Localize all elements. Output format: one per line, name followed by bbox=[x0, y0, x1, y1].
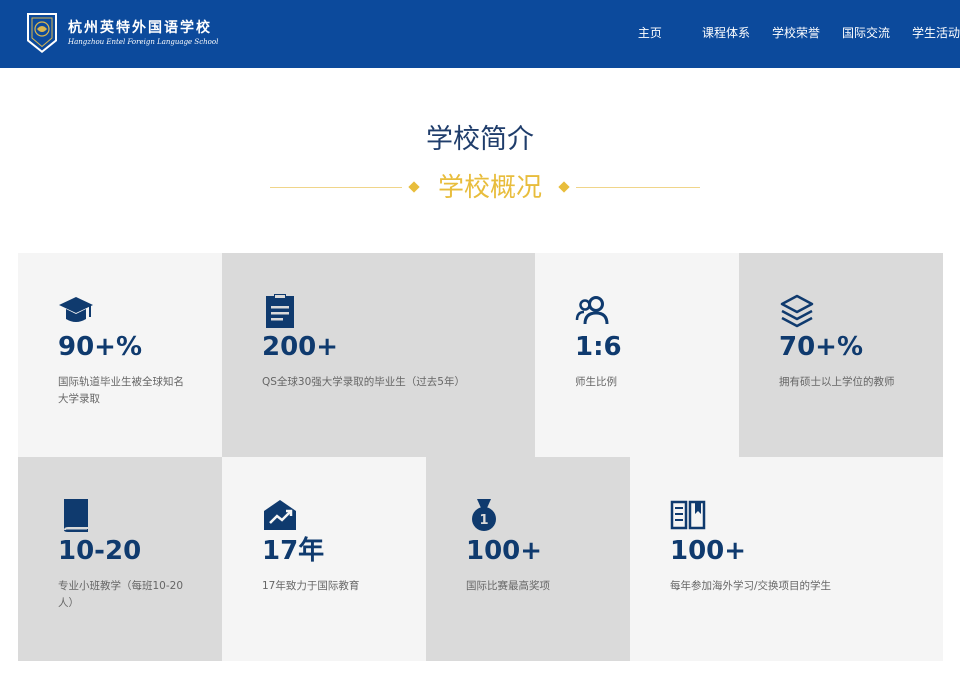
school-name-cn: 杭州英特外国语学校 bbox=[68, 20, 212, 36]
layers-icon bbox=[779, 293, 815, 329]
stat-desc: 17年致力于国际教育 bbox=[262, 580, 360, 592]
diamond-left-icon bbox=[408, 181, 420, 193]
nav-student-activities[interactable]: 学生活动 bbox=[912, 24, 960, 42]
stat-desc: 国际轨道毕业生被全球知名大学录取 bbox=[58, 376, 184, 405]
users-icon bbox=[575, 293, 611, 329]
section-subtitle-row: 学校概况 bbox=[270, 168, 700, 208]
stat-value: 90+% bbox=[58, 332, 143, 362]
nav-curriculum[interactable]: 课程体系 bbox=[702, 24, 750, 42]
stat-value: 10-20 bbox=[58, 536, 142, 566]
nav-home[interactable]: 主页 bbox=[638, 24, 662, 42]
diamond-right-icon bbox=[558, 181, 570, 193]
stat-value: 70+% bbox=[779, 332, 864, 362]
stat-card-exchange: 100+ 每年参加海外学习/交换项目的学生 bbox=[630, 457, 943, 661]
stat-card-ratio: 1:6 师生比例 bbox=[535, 253, 739, 457]
graduation-cap-icon bbox=[58, 293, 94, 329]
stat-card-awards: 1 100+ 国际比赛最高奖项 bbox=[426, 457, 630, 661]
stat-desc: 师生比例 bbox=[575, 376, 617, 388]
nav-international-exchange[interactable]: 国际交流 bbox=[842, 24, 890, 42]
school-crest-icon bbox=[26, 11, 58, 55]
stat-desc: 国际比赛最高奖项 bbox=[466, 580, 550, 592]
stat-desc: QS全球30强大学录取的毕业生（过去5年） bbox=[262, 376, 465, 388]
section-subtitle: 学校概况 bbox=[437, 173, 542, 203]
school-name-en: Hangzhou Entel Foreign Language School bbox=[68, 38, 219, 46]
top-nav-bar: 杭州英特外国语学校 Hangzhou Entel Foreign Languag… bbox=[0, 0, 960, 68]
svg-text:1: 1 bbox=[479, 513, 488, 528]
stat-value: 1:6 bbox=[575, 332, 622, 362]
school-logo[interactable]: 杭州英特外国语学校 Hangzhou Entel Foreign Languag… bbox=[26, 11, 218, 55]
stat-card-graduates: 90+% 国际轨道毕业生被全球知名大学录取 bbox=[18, 253, 222, 457]
divider-left bbox=[270, 187, 402, 188]
nav-honors[interactable]: 学校荣誉 bbox=[772, 24, 820, 42]
stat-value: 17年 bbox=[262, 536, 325, 566]
stat-value: 100+ bbox=[670, 536, 747, 566]
stat-card-class-size: 10-20 专业小班教学（每班10-20人） bbox=[18, 457, 222, 661]
divider-right bbox=[576, 187, 700, 188]
school-name: 杭州英特外国语学校 Hangzhou Entel Foreign Languag… bbox=[68, 19, 218, 47]
book-icon bbox=[58, 497, 94, 533]
main-nav: 主页 课程体系 学校荣誉 国际交流 学生活动 bbox=[638, 24, 960, 42]
stat-card-top30: 200+ QS全球30强大学录取的毕业生（过去5年） bbox=[222, 253, 535, 457]
clipboard-icon bbox=[262, 293, 298, 329]
section-title: 学校简介 bbox=[426, 124, 534, 155]
stat-desc: 专业小班教学（每班10-20人） bbox=[58, 580, 184, 609]
growth-house-icon bbox=[262, 497, 298, 533]
medal-icon: 1 bbox=[466, 497, 502, 533]
stat-card-years: 17年 17年致力于国际教育 bbox=[222, 457, 426, 661]
stat-value: 100+ bbox=[466, 536, 543, 566]
stat-value: 200+ bbox=[262, 332, 339, 362]
stat-desc: 拥有硕士以上学位的教师 bbox=[779, 376, 895, 388]
open-book-icon bbox=[670, 497, 706, 533]
stat-card-masters: 70+% 拥有硕士以上学位的教师 bbox=[739, 253, 943, 457]
stat-desc: 每年参加海外学习/交换项目的学生 bbox=[670, 580, 832, 592]
